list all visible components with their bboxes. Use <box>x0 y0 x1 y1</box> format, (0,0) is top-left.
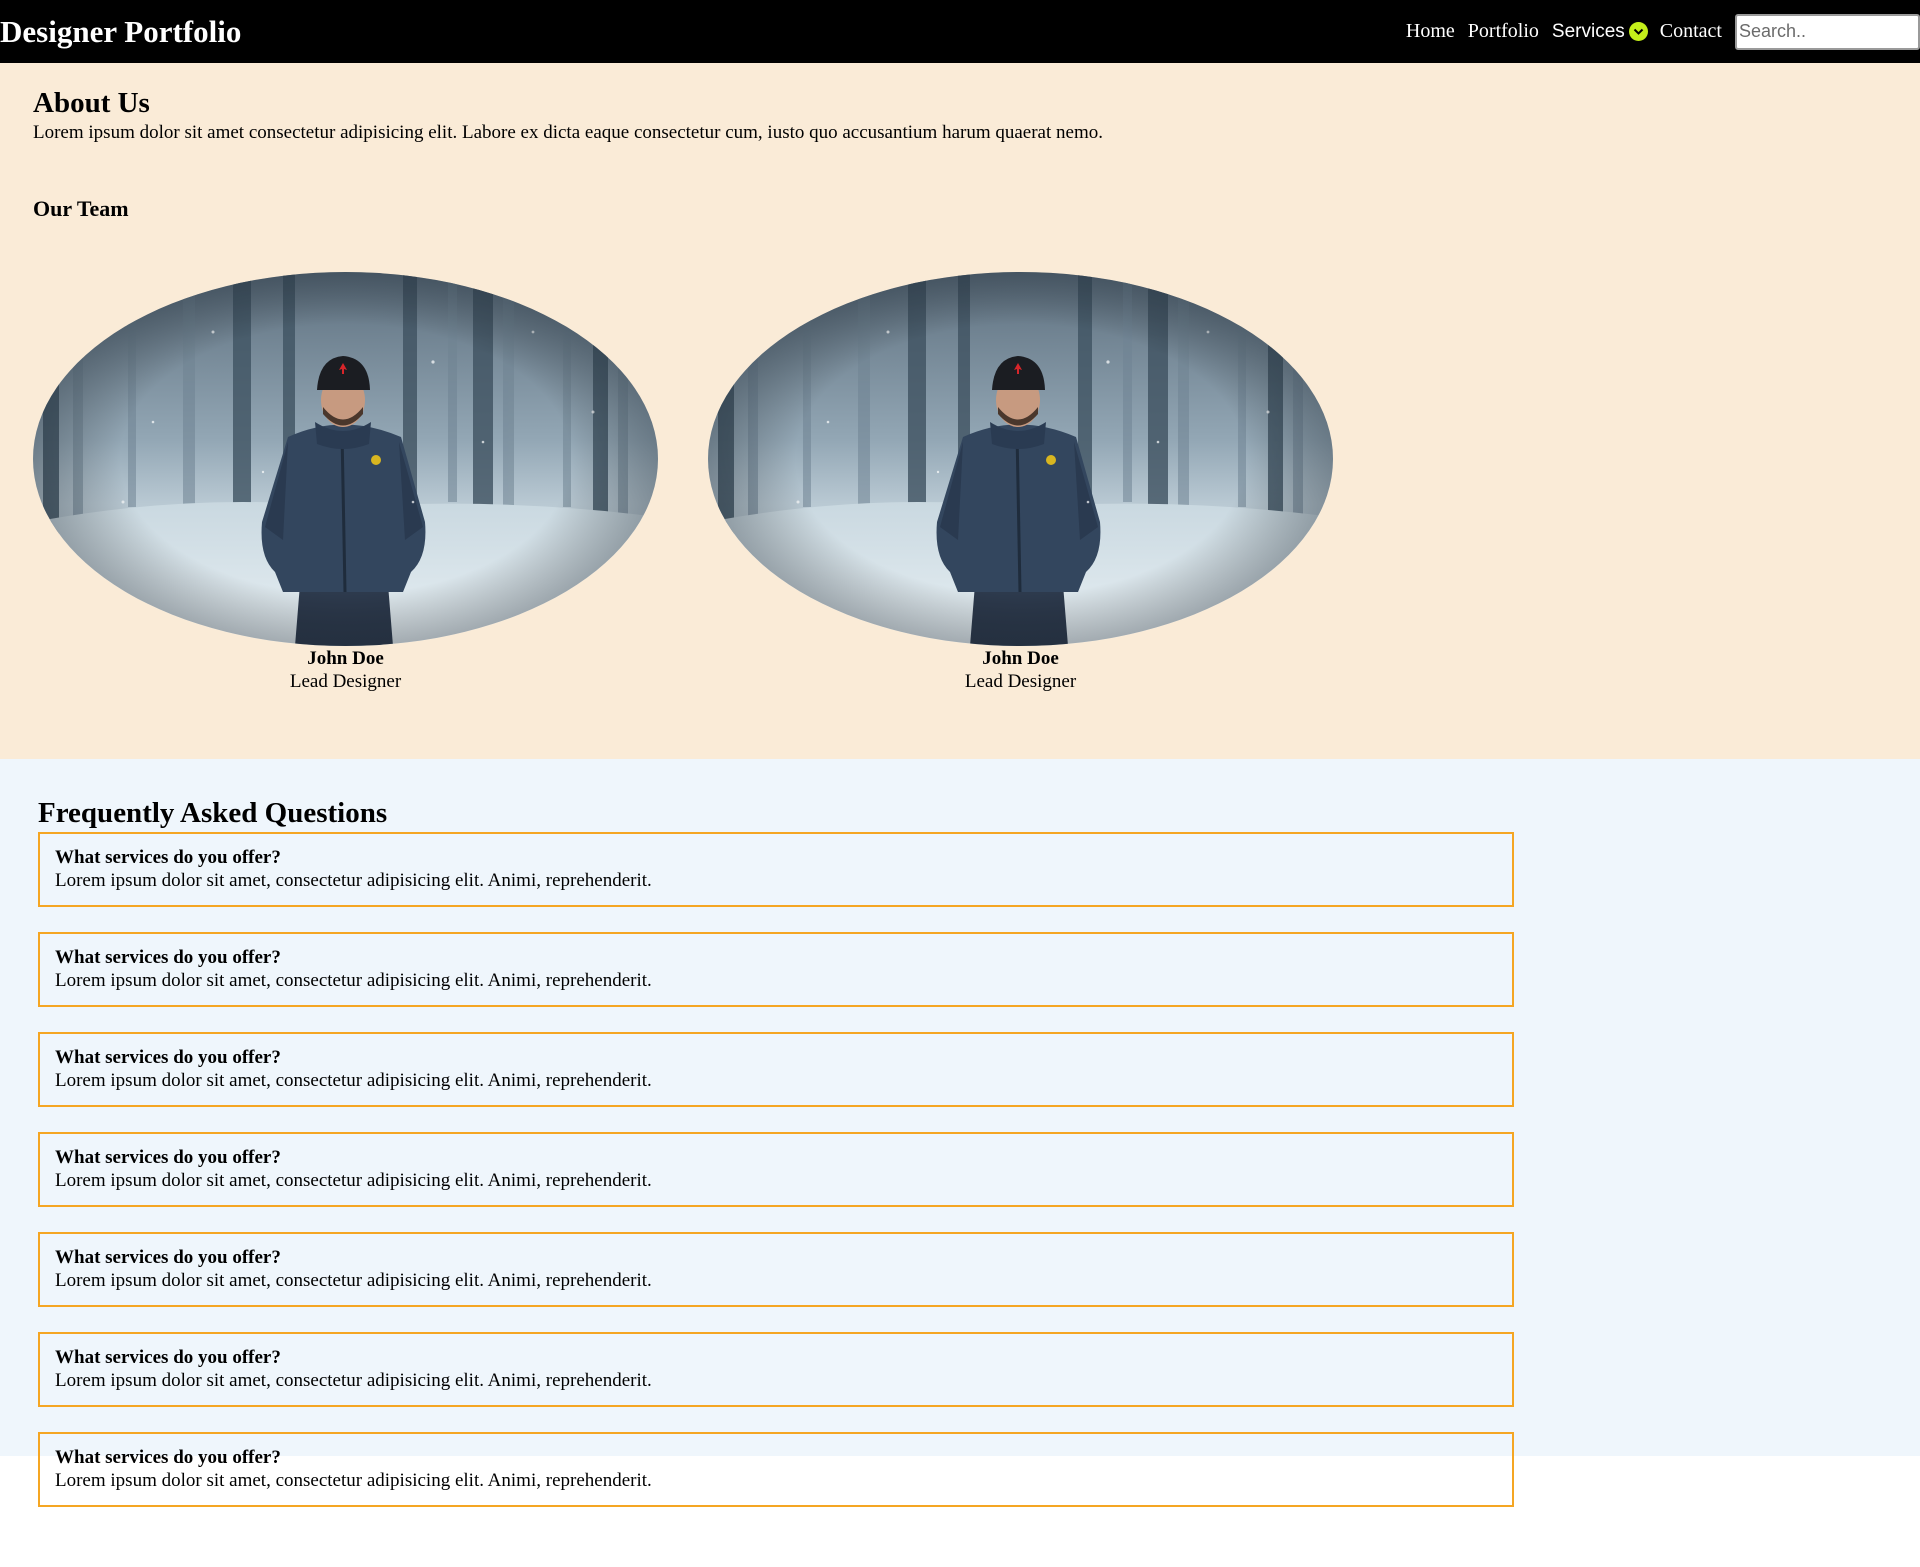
faq-answer: Lorem ipsum dolor sit amet, consectetur … <box>55 970 652 991</box>
faq-item[interactable]: What services do you offer? Lorem ipsum … <box>38 1432 1514 1507</box>
nav-services-dropdown[interactable]: Services <box>1552 21 1648 43</box>
team-member-name: John Doe <box>307 648 384 669</box>
team-member-role: Lead Designer <box>964 671 1077 692</box>
team-member-card: John Doe Lead Designer <box>33 272 658 693</box>
faq-question: What services do you offer? <box>55 1047 281 1068</box>
nav-home-link[interactable]: Home <box>1406 20 1455 43</box>
faq-item[interactable]: What services do you offer? Lorem ipsum … <box>38 1132 1514 1207</box>
chevron-down-icon <box>1628 22 1648 41</box>
team-member-photo <box>708 272 1333 646</box>
brand-title[interactable]: Designer Portfolio <box>0 14 241 50</box>
about-text: Lorem ipsum dolor sit amet consectetur a… <box>33 122 1103 143</box>
faq-item[interactable]: What services do you offer? Lorem ipsum … <box>38 1032 1514 1107</box>
search-input[interactable] <box>1735 13 1920 50</box>
nav-portfolio-link[interactable]: Portfolio <box>1468 20 1539 43</box>
faq-answer: Lorem ipsum dolor sit amet, consectetur … <box>55 1470 652 1491</box>
nav-links: Home Portfolio Services Contact <box>1406 13 1920 50</box>
faq-answer: Lorem ipsum dolor sit amet, consectetur … <box>55 1070 652 1091</box>
team-member-card: John Doe Lead Designer <box>708 272 1333 693</box>
faq-answer: Lorem ipsum dolor sit amet, consectetur … <box>55 870 652 891</box>
faq-list: What services do you offer? Lorem ipsum … <box>38 832 1514 1532</box>
faq-item[interactable]: What services do you offer? Lorem ipsum … <box>38 1232 1514 1307</box>
faq-answer: Lorem ipsum dolor sit amet, consectetur … <box>55 1270 652 1291</box>
nav-contact-link[interactable]: Contact <box>1660 20 1722 43</box>
team-member-name: John Doe <box>982 648 1059 669</box>
faq-question: What services do you offer? <box>55 1347 281 1368</box>
faq-answer: Lorem ipsum dolor sit amet, consectetur … <box>55 1370 652 1391</box>
faq-title: Frequently Asked Questions <box>38 797 388 829</box>
faq-item[interactable]: What services do you offer? Lorem ipsum … <box>38 1332 1514 1407</box>
faq-question: What services do you offer? <box>55 1147 281 1168</box>
about-title: About Us <box>33 87 150 119</box>
navbar: Designer Portfolio Home Portfolio Servic… <box>0 0 1920 63</box>
faq-item[interactable]: What services do you offer? Lorem ipsum … <box>38 832 1514 907</box>
faq-answer: Lorem ipsum dolor sit amet, consectetur … <box>55 1170 652 1191</box>
faq-question: What services do you offer? <box>55 1447 281 1468</box>
faq-question: What services do you offer? <box>55 947 281 968</box>
nav-services-label: Services <box>1551 20 1625 42</box>
team-member-role: Lead Designer <box>289 671 402 692</box>
faq-question: What services do you offer? <box>55 847 281 868</box>
about-section: About Us Lorem ipsum dolor sit amet cons… <box>0 63 1920 759</box>
faq-item[interactable]: What services do you offer? Lorem ipsum … <box>38 932 1514 1007</box>
team-member-photo <box>33 272 658 646</box>
team-title: Our Team <box>33 196 129 221</box>
faq-question: What services do you offer? <box>55 1247 281 1268</box>
